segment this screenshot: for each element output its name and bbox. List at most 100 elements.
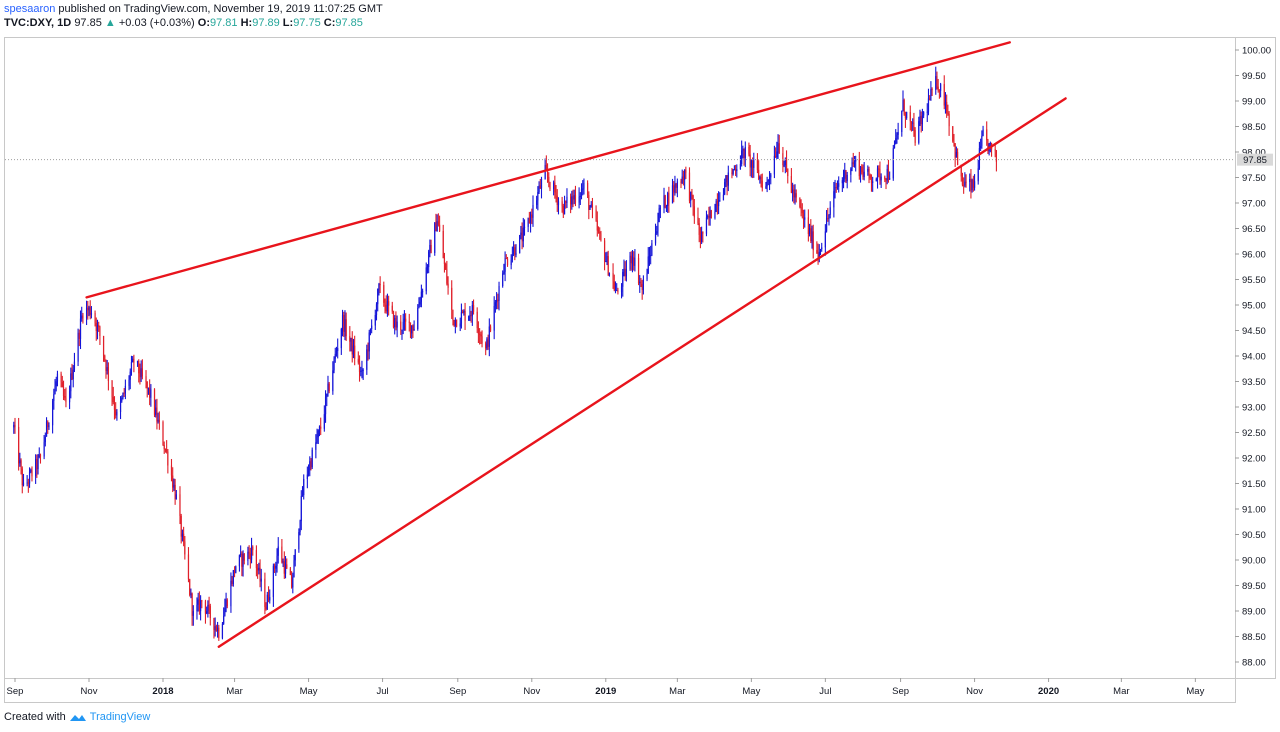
candle-body (872, 181, 874, 183)
candle-body (289, 568, 291, 576)
candle-body (931, 89, 933, 91)
candle-body (436, 221, 438, 232)
candle-body (978, 148, 981, 169)
candle-body (190, 593, 192, 595)
candle-body (106, 367, 108, 371)
price-tick-label: 88.00 (1242, 658, 1266, 669)
candle-body (31, 470, 33, 477)
candle-body (366, 349, 368, 370)
candle-body (599, 231, 601, 234)
candle-body (671, 185, 674, 204)
candle-body (505, 258, 507, 260)
candle-body (631, 257, 634, 264)
candle-body (553, 182, 555, 189)
change-value: +0.03 (+0.03%) (118, 17, 195, 29)
tradingview-brand-link[interactable]: TradingView (90, 711, 151, 723)
candle-body (52, 401, 54, 426)
candle-body (20, 460, 22, 469)
candle-body (912, 122, 914, 124)
candle-body (647, 256, 649, 274)
candle-body (21, 468, 23, 486)
candle-body (43, 442, 45, 457)
candle-body (147, 387, 150, 389)
candle-body (37, 457, 39, 470)
candle-body (973, 181, 976, 188)
candle-body (88, 307, 90, 311)
candle-body (656, 231, 658, 234)
candle-body (357, 358, 359, 363)
candle-body (862, 172, 864, 177)
candle-body (408, 321, 410, 323)
candle-body (274, 565, 276, 569)
low-value: 97.75 (293, 17, 321, 29)
candle-body (538, 185, 540, 193)
candle-body (374, 314, 376, 326)
candle-body (595, 209, 597, 221)
candle-body (225, 599, 227, 608)
candle-body (327, 383, 329, 394)
candle-body (909, 112, 911, 122)
candle-body (554, 182, 556, 193)
candle-body (320, 426, 322, 429)
candle-body (56, 373, 59, 382)
candle-body (861, 166, 863, 173)
chart-canvas[interactable]: 100.0099.5099.0098.5098.0097.5097.0096.5… (0, 0, 1280, 732)
candle-body (388, 301, 390, 306)
author-link[interactable]: spesaaron (4, 3, 55, 15)
candle-body (549, 182, 551, 189)
candle-body (323, 414, 325, 429)
candle-body (844, 170, 846, 179)
candle-body (496, 299, 498, 303)
candle-body (954, 143, 956, 158)
candle-body (859, 166, 862, 177)
candle-body (650, 255, 652, 257)
candle-body (792, 189, 794, 193)
candle-body (72, 369, 74, 380)
tradingview-logo-icon[interactable] (69, 712, 87, 723)
time-tick-label: Mar (1113, 686, 1129, 697)
candle-body (102, 335, 105, 356)
candle-body (215, 626, 217, 631)
candle-body (60, 373, 62, 383)
candle-body (521, 232, 523, 242)
candle-body (629, 255, 631, 270)
candle-body (528, 218, 530, 223)
candle-body (852, 162, 854, 165)
symbol-label: TVC:DXY, 1D (4, 17, 72, 29)
candle-body (277, 546, 279, 556)
candle-body (335, 351, 338, 354)
candle-body (139, 373, 141, 378)
candle-body (511, 254, 513, 260)
candle-body (418, 304, 420, 309)
candle-body (206, 611, 208, 614)
candle-body (241, 553, 243, 567)
candle-body (179, 494, 181, 516)
candle-body (187, 554, 190, 580)
candle-body (94, 313, 96, 324)
candle-body (556, 195, 558, 206)
candle-body (515, 253, 517, 255)
candle-body (927, 98, 930, 112)
candle-body (765, 186, 767, 189)
candle-body (727, 172, 729, 186)
candle-body (315, 442, 317, 450)
candle-body (301, 495, 304, 497)
candle-body (208, 604, 210, 607)
candle-body (875, 178, 877, 182)
candle-body (157, 419, 159, 422)
candle-body (292, 577, 294, 588)
candle-body (384, 302, 386, 305)
candle-body (252, 546, 254, 551)
high-label: H: (240, 17, 253, 29)
candle-body (761, 180, 763, 189)
candle-body (447, 283, 449, 288)
candle-body (701, 231, 703, 242)
candle-body (675, 183, 677, 188)
candle-body (590, 204, 592, 208)
candle-body (201, 600, 203, 602)
candle-body (197, 599, 199, 605)
candle-body (18, 426, 20, 464)
candle-body (673, 185, 675, 193)
candle-body (207, 604, 209, 612)
change-up-icon: ▲ (104, 17, 116, 29)
